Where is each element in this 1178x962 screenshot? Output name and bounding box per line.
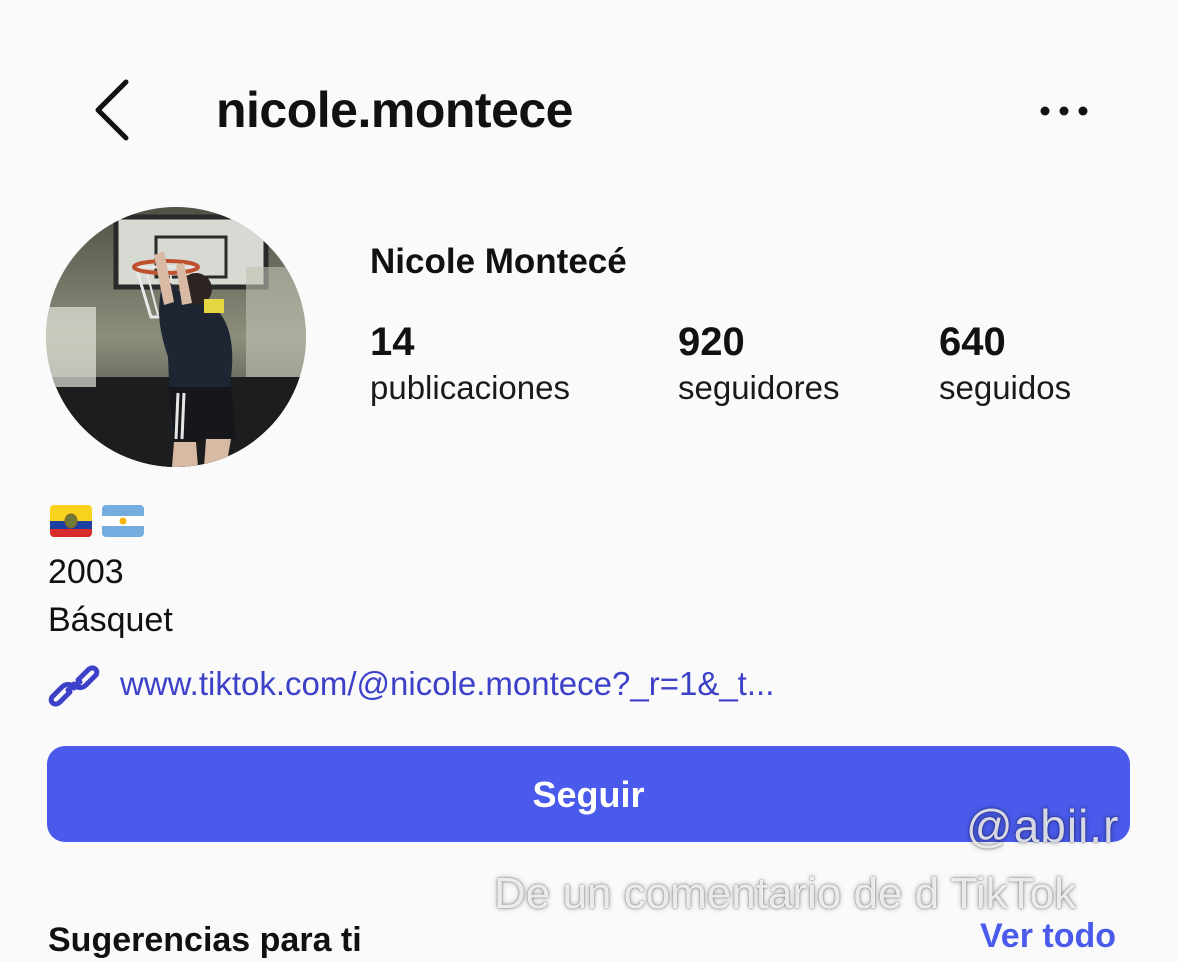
chevron-left-icon [95, 79, 129, 141]
link-icon [48, 665, 100, 707]
back-button[interactable] [86, 76, 142, 144]
see-all-link[interactable]: Ver todo [980, 914, 1116, 958]
stat-following-label: seguidos [939, 369, 1072, 406]
watermark-handle: @abii.r [966, 800, 1120, 852]
suggestions-title: Sugerencias para ti [48, 921, 362, 959]
profile-link[interactable]: www.tiktok.com/@nicole.montece?_r=1&_t..… [46, 658, 1046, 714]
stat-followers-value: 920 [678, 320, 745, 364]
stat-posts[interactable]: 14 publicaciones [370, 318, 570, 410]
profile-photo [46, 207, 306, 467]
more-horizontal-icon [1040, 106, 1088, 116]
profile-link-text: www.tiktok.com/@nicole.montece?_r=1&_t..… [120, 665, 775, 702]
stat-following[interactable]: 640 seguidos [939, 318, 1071, 410]
profile-username: nicole.montece [216, 82, 574, 138]
profile-display-name: Nicole Montecé [370, 242, 627, 281]
stat-followers[interactable]: 920 seguidores [678, 318, 839, 410]
bio-line-year: 2003 [48, 553, 124, 591]
stat-followers-label: seguidores [678, 369, 840, 406]
bio-line-sport: Básquet [48, 601, 173, 639]
stat-following-value: 640 [939, 320, 1006, 364]
profile-header: nicole.montece [0, 60, 1178, 160]
stat-posts-value: 14 [370, 320, 415, 364]
more-options-button[interactable] [1030, 86, 1100, 136]
avatar[interactable] [46, 207, 306, 467]
argentina-flag-icon [102, 505, 144, 537]
stat-posts-label: publicaciones [370, 369, 570, 406]
ecuador-flag-icon [50, 505, 92, 537]
